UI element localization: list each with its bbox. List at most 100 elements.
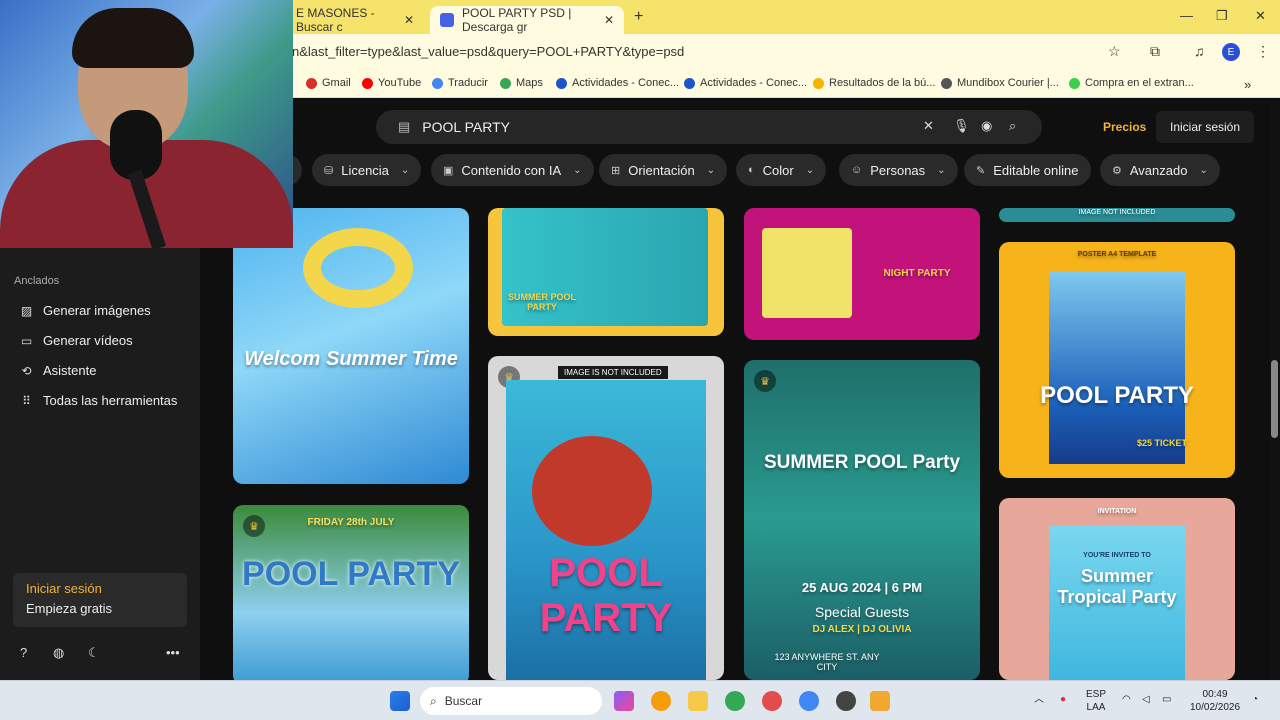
bookmark-star-icon[interactable]: ☆ (1108, 43, 1121, 60)
sidebar-item-all-tools[interactable]: ⠿ Todas las herramientas (20, 393, 177, 408)
result-card[interactable]: SUMMER POOL PARTY (488, 208, 724, 336)
bookmark-item[interactable]: Mundibox Courier |... (941, 77, 1059, 89)
maximize-icon[interactable]: ❐ (1216, 8, 1228, 24)
palette-icon: ◐ (748, 164, 755, 176)
menu-kebab-icon[interactable]: ⋮ (1256, 43, 1270, 60)
windows-start-icon[interactable] (390, 691, 410, 711)
card-title: NIGHT PARTY (883, 268, 951, 279)
filter-advanced[interactable]: ⚙ Avanzado ⌄ (1100, 154, 1220, 186)
more-bookmarks-icon[interactable]: » (1244, 77, 1251, 92)
windows-taskbar: ⌕ Buscar ︿ ● ESP LAA ◠ ◁ ▭ 00:49 10/02/202… (0, 680, 1280, 720)
login-button[interactable]: Iniciar sesión (1156, 111, 1254, 143)
result-card[interactable]: ♛ FRIDAY 28th JULY POOL PARTY (233, 505, 469, 680)
result-card[interactable]: INVITATION YOU'RE INVITED TO Summer Trop… (999, 498, 1235, 680)
url-text[interactable]: n&last_filter=type&last_value=psd&query=… (292, 44, 684, 59)
clear-icon[interactable]: ✕ (923, 118, 934, 134)
filter-orientation[interactable]: ⊞ Orientación ⌄ (599, 154, 728, 186)
language-indicator[interactable]: ESP LAA (1086, 688, 1106, 714)
discord-icon[interactable]: ◍ (53, 645, 64, 661)
sidebar-item-assistant[interactable]: ⟲ Asistente (20, 363, 96, 378)
result-card[interactable]: POSTER A4 TEMPLATE POOL PARTY $25 TICKET (999, 242, 1235, 478)
browser-tab[interactable]: E MASONES - Buscar c ✕ (286, 6, 424, 34)
close-tab-icon[interactable]: ✕ (404, 13, 414, 27)
main-content: ▤ POOL PARTY ✕ 🎙 ◉ ⌕ Precios Iniciar ses… (200, 98, 1280, 680)
filter-people[interactable]: ☺ Personas ⌄ (839, 154, 958, 186)
card-guests: Special Guests (814, 604, 910, 620)
bookmark-item[interactable]: Actividades - Conec... (556, 77, 679, 89)
app-icon[interactable] (870, 691, 890, 711)
filter-ai[interactable]: ▣ Contenido con IA ⌄ (431, 154, 594, 186)
bookmark-item[interactable]: Gmail (306, 77, 351, 89)
filter-color[interactable]: ◐ Color ⌄ (736, 154, 827, 186)
bookmark-item[interactable]: Traducir (432, 77, 488, 89)
sidebar-item-generate-images[interactable]: ▨ Generar imágenes (20, 303, 151, 318)
login-link[interactable]: Iniciar sesión (26, 581, 174, 596)
new-tab-icon[interactable]: + (634, 8, 643, 26)
camera-icon[interactable]: ◉ (981, 118, 992, 134)
browser-tab-active[interactable]: POOL PARTY PSD | Descarga gr ✕ (430, 6, 624, 34)
translate-icon (432, 77, 443, 89)
settings-icon: ⚙ (1112, 164, 1122, 177)
bookmark-item[interactable]: Actividades - Conec... (684, 77, 807, 89)
chrome-icon[interactable] (725, 691, 745, 711)
sidebar-login-box[interactable]: Iniciar sesión Empieza gratis (13, 573, 187, 627)
extensions-icon[interactable]: ⧉ (1150, 43, 1160, 60)
bookmark-item[interactable]: YouTube (362, 77, 421, 89)
filter-editable[interactable]: ✎ Editable online (964, 154, 1091, 186)
result-card[interactable]: IMAGE NOT INCLUDED (999, 208, 1235, 222)
sidebar: Anclados ▨ Generar imágenes ▭ Generar víde… (0, 248, 200, 680)
tab-title: POOL PARTY PSD | Descarga gr (462, 6, 572, 34)
app-icon[interactable] (762, 691, 782, 711)
tray-chevron-icon[interactable]: ︿ (1034, 693, 1044, 706)
card-invite: YOU'RE INVITED TO (1083, 552, 1151, 559)
close-window-icon[interactable]: ✕ (1255, 8, 1266, 24)
taskbar-search[interactable]: ⌕ Buscar (420, 687, 602, 715)
search-icon: ⌕ (430, 693, 437, 708)
card-subtitle: INVITATION (1097, 508, 1137, 515)
video-icon: ▭ (20, 333, 33, 348)
battery-icon[interactable]: ▭ (1162, 693, 1171, 706)
scrollbar-thumb[interactable] (1271, 360, 1278, 438)
bookmark-item[interactable]: Compra en el extran... (1069, 77, 1194, 89)
minimize-icon[interactable]: — (1180, 8, 1193, 23)
result-card[interactable]: ♛ SUMMER POOL Party 25 AUG 2024 | 6 PM S… (744, 360, 980, 680)
result-card[interactable]: NIGHT PARTY (744, 208, 980, 340)
result-card[interactable]: Welcom Summer Time (233, 208, 469, 484)
help-icon[interactable]: ? (20, 645, 27, 660)
theme-toggle-icon[interactable]: ☾ (88, 645, 100, 661)
notification-icon[interactable]: ◔ (1252, 693, 1258, 706)
chevron-down-icon: ⌄ (400, 164, 410, 176)
media-player-icon[interactable] (836, 691, 856, 711)
card-title: SUMMER POOL Party (763, 452, 961, 473)
image-icon: ▨ (20, 303, 33, 318)
people-icon: ☺ (851, 164, 863, 176)
shop-icon (1069, 77, 1080, 89)
pricing-link[interactable]: Precios (1103, 120, 1146, 134)
wifi-icon[interactable]: ◠ (1122, 693, 1131, 706)
result-card[interactable]: ♛ IMAGE IS NOT INCLUDED POOL PARTY (488, 356, 724, 680)
volume-icon[interactable]: ◁ (1142, 693, 1150, 706)
document-icon: ▤ (398, 119, 411, 134)
search-icon[interactable]: ⌕ (1009, 118, 1016, 134)
copilot-icon[interactable] (614, 691, 634, 711)
microphone-tray-icon[interactable]: ● (1060, 693, 1066, 706)
profile-avatar[interactable]: E (1222, 43, 1240, 61)
card-title: POOL PARTY (1040, 382, 1194, 409)
media-icon[interactable]: ♫ (1194, 43, 1205, 59)
sidebar-item-generate-videos[interactable]: ▭ Generar vídeos (20, 333, 133, 348)
chrome-profile-icon[interactable] (799, 691, 819, 711)
bookmark-item[interactable]: Resultados de la bú... (813, 77, 935, 89)
microphone-icon[interactable]: 🎙 (953, 118, 970, 134)
chevron-down-icon: ⌄ (1199, 164, 1208, 176)
search-app-icon[interactable] (651, 691, 671, 711)
chevron-down-icon: ⌄ (937, 164, 946, 176)
file-explorer-icon[interactable] (688, 691, 708, 711)
chevron-down-icon: ⌄ (706, 164, 716, 176)
search-input[interactable]: ▤ POOL PARTY (376, 110, 1042, 144)
more-options-icon[interactable]: ••• (166, 645, 180, 660)
webcam-overlay (0, 0, 293, 248)
filter-license[interactable]: ⛁ Licencia ⌄ (312, 154, 422, 186)
bookmark-item[interactable]: Maps (500, 77, 543, 89)
clock[interactable]: 00:49 10/02/2026 (1190, 688, 1240, 714)
close-tab-icon[interactable]: ✕ (604, 13, 614, 27)
